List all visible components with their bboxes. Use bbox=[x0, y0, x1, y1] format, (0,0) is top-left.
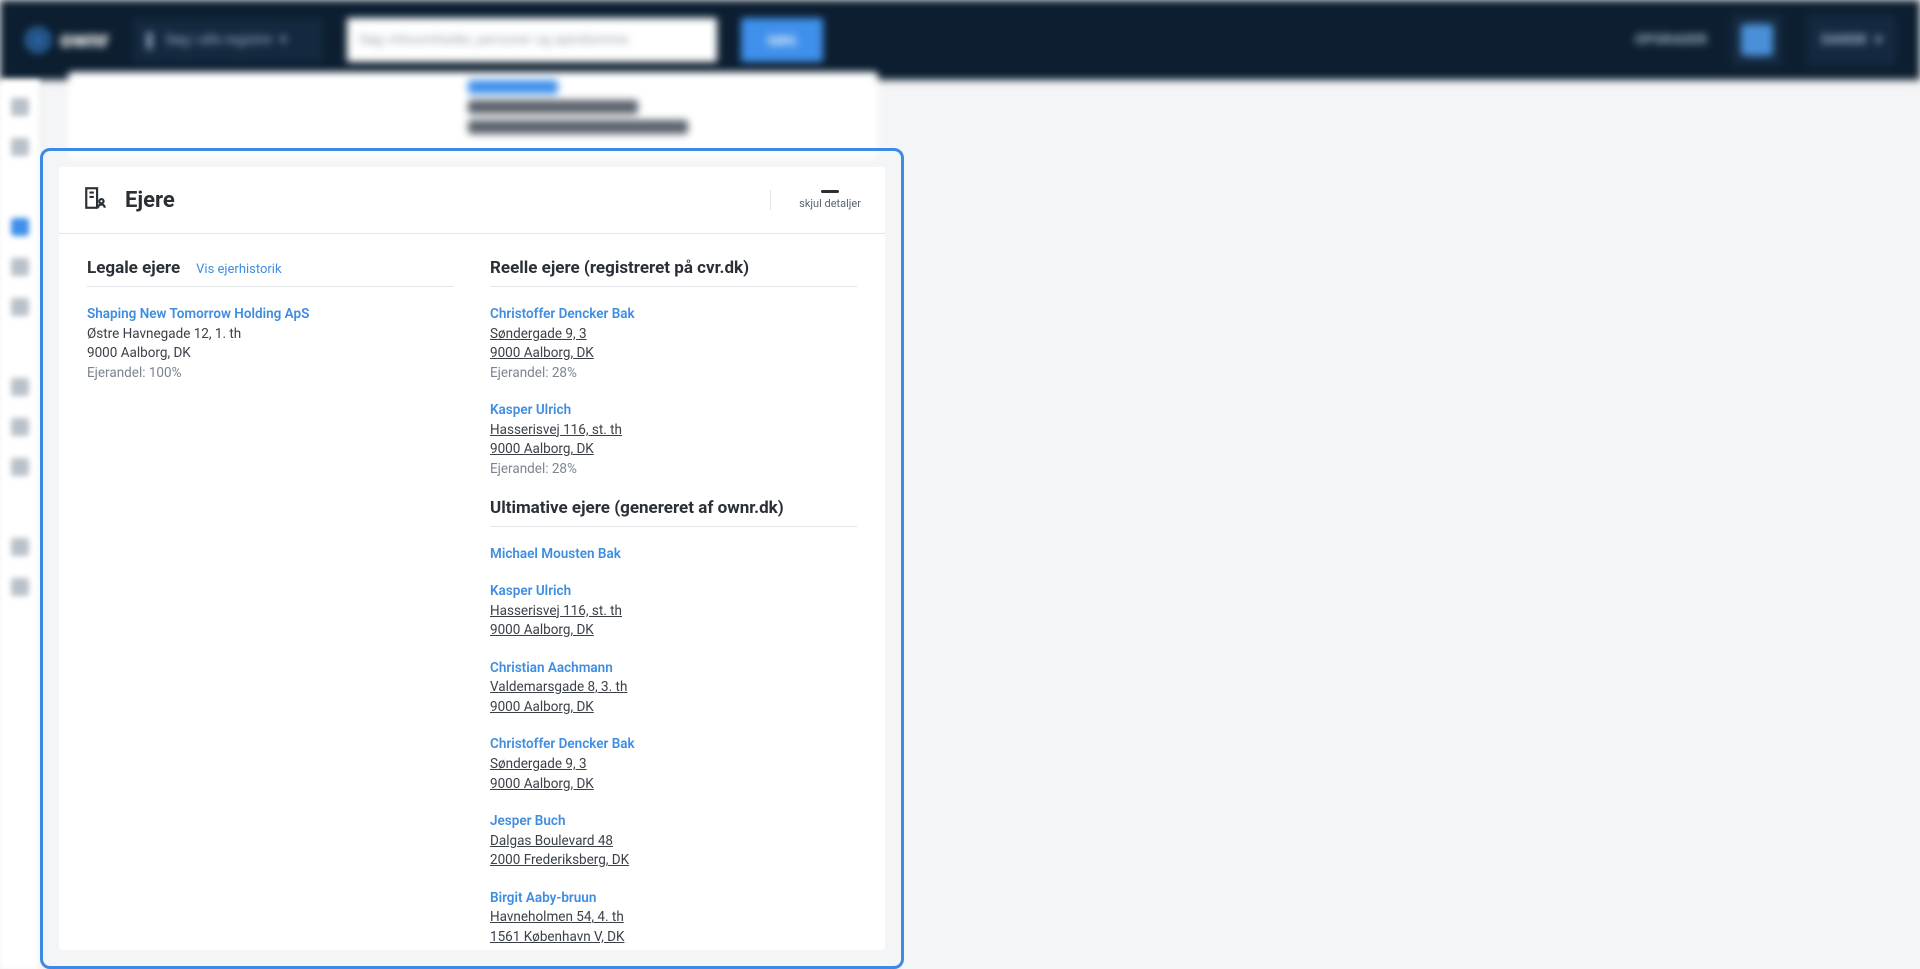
owner-address-line: Østre Havnegade 12, 1. th bbox=[87, 325, 454, 345]
rail-item-active[interactable] bbox=[11, 218, 29, 236]
owner-address-line[interactable]: 1561 København V, DK bbox=[490, 928, 857, 948]
card-body: Legale ejere Vis ejerhistorik Shaping Ne… bbox=[59, 234, 885, 950]
owner-entry: Christoffer Dencker BakSøndergade 9, 390… bbox=[490, 735, 857, 794]
owner-name-link[interactable]: Jesper Buch bbox=[490, 812, 857, 832]
legal-owners-section: Legale ejere Vis ejerhistorik Shaping Ne… bbox=[87, 258, 454, 950]
highlight-frame: Ejere skjul detaljer Legale ejere Vis ej… bbox=[40, 148, 904, 969]
owner-history-link[interactable]: Vis ejerhistorik bbox=[196, 262, 281, 277]
avatar-icon bbox=[1741, 24, 1773, 56]
user-menu[interactable] bbox=[1731, 14, 1783, 66]
owner-address-line[interactable]: 9000 Aalborg, DK bbox=[490, 344, 857, 364]
language-select[interactable]: DANSK ▾ bbox=[1807, 14, 1896, 66]
brand-logo[interactable]: ownr bbox=[24, 26, 109, 54]
upgrade-link[interactable]: OPGRADER bbox=[1635, 32, 1708, 48]
owner-name-link[interactable]: Christian Aachmann bbox=[490, 659, 857, 679]
rail-item[interactable] bbox=[11, 458, 29, 476]
owner-entry: Christian AachmannValdemarsgade 8, 3. th… bbox=[490, 659, 857, 718]
owner-share: Ejerandel: 28% bbox=[490, 364, 857, 384]
owner-entry: Christoffer Dencker BakSøndergade 9, 390… bbox=[490, 305, 857, 383]
owner-entry: Shaping New Tomorrow Holding ApSØstre Ha… bbox=[87, 305, 454, 383]
rail-item[interactable] bbox=[11, 578, 29, 596]
chevron-down-icon: ▾ bbox=[280, 32, 287, 48]
rail-item[interactable] bbox=[11, 378, 29, 396]
rail-item[interactable] bbox=[11, 418, 29, 436]
real-owners-section: Reelle ejere (registreret på cvr.dk) Chr… bbox=[490, 258, 857, 950]
owner-name-link[interactable]: Shaping New Tomorrow Holding ApS bbox=[87, 305, 454, 325]
owner-entry: Kasper UlrichHasserisvej 116, st. th9000… bbox=[490, 582, 857, 641]
rail-item[interactable] bbox=[11, 258, 29, 276]
owner-name-link[interactable]: Michael Mousten Bak bbox=[490, 545, 857, 565]
previous-card-fragment bbox=[68, 72, 878, 158]
owner-entry: Michael Mousten Bak bbox=[490, 545, 857, 565]
ultimate-owners-section: Ultimative ejere (genereret af ownr.dk) … bbox=[490, 498, 857, 951]
search-input[interactable]: Søg virksomheder, personer og ejendomme bbox=[347, 18, 717, 62]
owner-address-line[interactable]: 9000 Aalborg, DK bbox=[490, 698, 857, 718]
owner-entry: Birgit Aaby-bruunHavneholmen 54, 4. th15… bbox=[490, 889, 857, 948]
owners-icon bbox=[83, 185, 109, 215]
rail-item[interactable] bbox=[11, 538, 29, 556]
chevron-down-icon: ▾ bbox=[1875, 32, 1882, 48]
owner-address-line: 9000 Aalborg, DK bbox=[87, 344, 454, 364]
logo-icon bbox=[24, 26, 52, 54]
legal-owners-title: Legale ejere bbox=[87, 258, 180, 278]
owner-name-link[interactable]: Christoffer Dencker Bak bbox=[490, 305, 857, 325]
owner-address-line[interactable]: Søndergade 9, 3 bbox=[490, 755, 857, 775]
flag-icon: ▌ bbox=[147, 32, 157, 49]
left-rail bbox=[0, 80, 40, 969]
owner-address-line[interactable]: 9000 Aalborg, DK bbox=[490, 621, 857, 641]
minus-icon bbox=[821, 190, 839, 193]
owners-card: Ejere skjul detaljer Legale ejere Vis ej… bbox=[59, 167, 885, 950]
owner-name-link[interactable]: Christoffer Dencker Bak bbox=[490, 735, 857, 755]
owner-address-line[interactable]: Hasserisvej 116, st. th bbox=[490, 421, 857, 441]
owner-address-line[interactable]: Søndergade 9, 3 bbox=[490, 325, 857, 345]
owner-name-link[interactable]: Kasper Ulrich bbox=[490, 401, 857, 421]
card-title: Ejere bbox=[125, 188, 175, 213]
owner-address-line[interactable]: 9000 Aalborg, DK bbox=[490, 440, 857, 460]
owner-name-link[interactable]: Birgit Aaby-bruun bbox=[490, 889, 857, 909]
rail-item[interactable] bbox=[11, 138, 29, 156]
region-select[interactable]: ▌ Søg i alle registre ▾ bbox=[133, 18, 323, 62]
card-header: Ejere skjul detaljer bbox=[59, 167, 885, 234]
rail-item[interactable] bbox=[11, 298, 29, 316]
top-navbar: ownr ▌ Søg i alle registre ▾ Søg virksom… bbox=[0, 0, 1920, 80]
search-button[interactable]: SØG bbox=[741, 18, 823, 62]
owner-entry: Jesper BuchDalgas Boulevard 482000 Frede… bbox=[490, 812, 857, 871]
real-owners-title: Reelle ejere (registreret på cvr.dk) bbox=[490, 258, 749, 278]
owner-address-line[interactable]: 2000 Frederiksberg, DK bbox=[490, 851, 857, 871]
owner-address-line[interactable]: Hasserisvej 116, st. th bbox=[490, 602, 857, 622]
owner-address-line[interactable]: 9000 Aalborg, DK bbox=[490, 775, 857, 795]
owner-name-link[interactable]: Kasper Ulrich bbox=[490, 582, 857, 602]
owner-address-line[interactable]: Valdemarsgade 8, 3. th bbox=[490, 678, 857, 698]
owner-share: Ejerandel: 100% bbox=[87, 364, 454, 384]
owner-address-line[interactable]: Havneholmen 54, 4. th bbox=[490, 908, 857, 928]
owner-address-line[interactable]: Dalgas Boulevard 48 bbox=[490, 832, 857, 852]
ultimate-owners-title: Ultimative ejere (genereret af ownr.dk) bbox=[490, 498, 784, 518]
brand-text: ownr bbox=[60, 28, 109, 53]
collapse-toggle[interactable]: skjul detaljer bbox=[770, 190, 861, 210]
rail-item[interactable] bbox=[11, 98, 29, 116]
owner-entry: Kasper UlrichHasserisvej 116, st. th9000… bbox=[490, 401, 857, 479]
owner-share: Ejerandel: 28% bbox=[490, 460, 857, 480]
